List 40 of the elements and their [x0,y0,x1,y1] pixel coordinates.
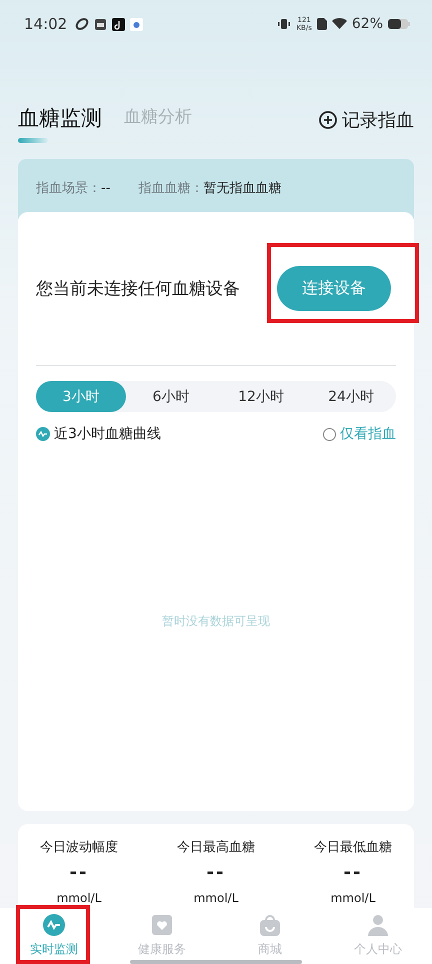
stat-label: 今日最高血糖 [177,839,255,856]
nav-item[interactable]: 商城 [216,908,324,964]
info-text: 指血场景：-- [36,180,110,197]
info-text: 指血血糖：暂无指血血糖 [138,180,282,197]
record-finger-blood-button[interactable]: 记录指血 [319,108,414,132]
stat-unit: mmol/L [330,891,376,905]
pulse-icon [36,427,50,441]
stat-value: -- [206,862,226,883]
range-tab[interactable]: 6小时 [126,381,216,412]
stat-unit: mmol/L [56,891,102,905]
battery-percent: 62% [352,16,383,32]
music-note-icon [112,18,126,30]
pulse-icon [42,913,66,937]
wifi-icon [332,18,347,30]
status-time: 14:02 [24,15,68,33]
stat-label: 今日波动幅度 [40,839,118,856]
range-tab[interactable]: 3小时 [36,381,126,412]
connect-device-button[interactable]: 连接设备 [277,266,391,311]
device-message: 您当前未连接任何血糖设备 [36,278,240,300]
stat-unit: mmol/L [194,891,238,905]
stat-value: -- [70,862,88,883]
vibrate-icon [277,18,292,30]
nav-item[interactable]: 实时监测 [0,908,108,964]
sim-icon [316,18,327,30]
finger-only-toggle[interactable]: 仅看指血 [323,425,396,443]
tab[interactable]: 血糖监测 [18,104,102,132]
person-icon [366,913,390,937]
tab[interactable]: 血糖分析 [124,105,192,128]
heart-box-icon [150,913,174,937]
stat-value: -- [344,862,362,883]
stat-label: 今日最低血糖 [314,839,392,856]
nav-item[interactable]: 个人中心 [324,908,432,964]
add-icon [319,111,337,129]
range-tab[interactable]: 12小时 [216,381,306,412]
empty-message: 暂时没有数据可呈现 [162,613,270,630]
curve-title: 近3小时血糖曲线 [54,425,161,443]
range-tab[interactable]: 24小时 [306,381,396,412]
shopping-bag-icon [258,913,282,937]
battery-icon [388,18,410,30]
inbox-icon [94,18,108,30]
